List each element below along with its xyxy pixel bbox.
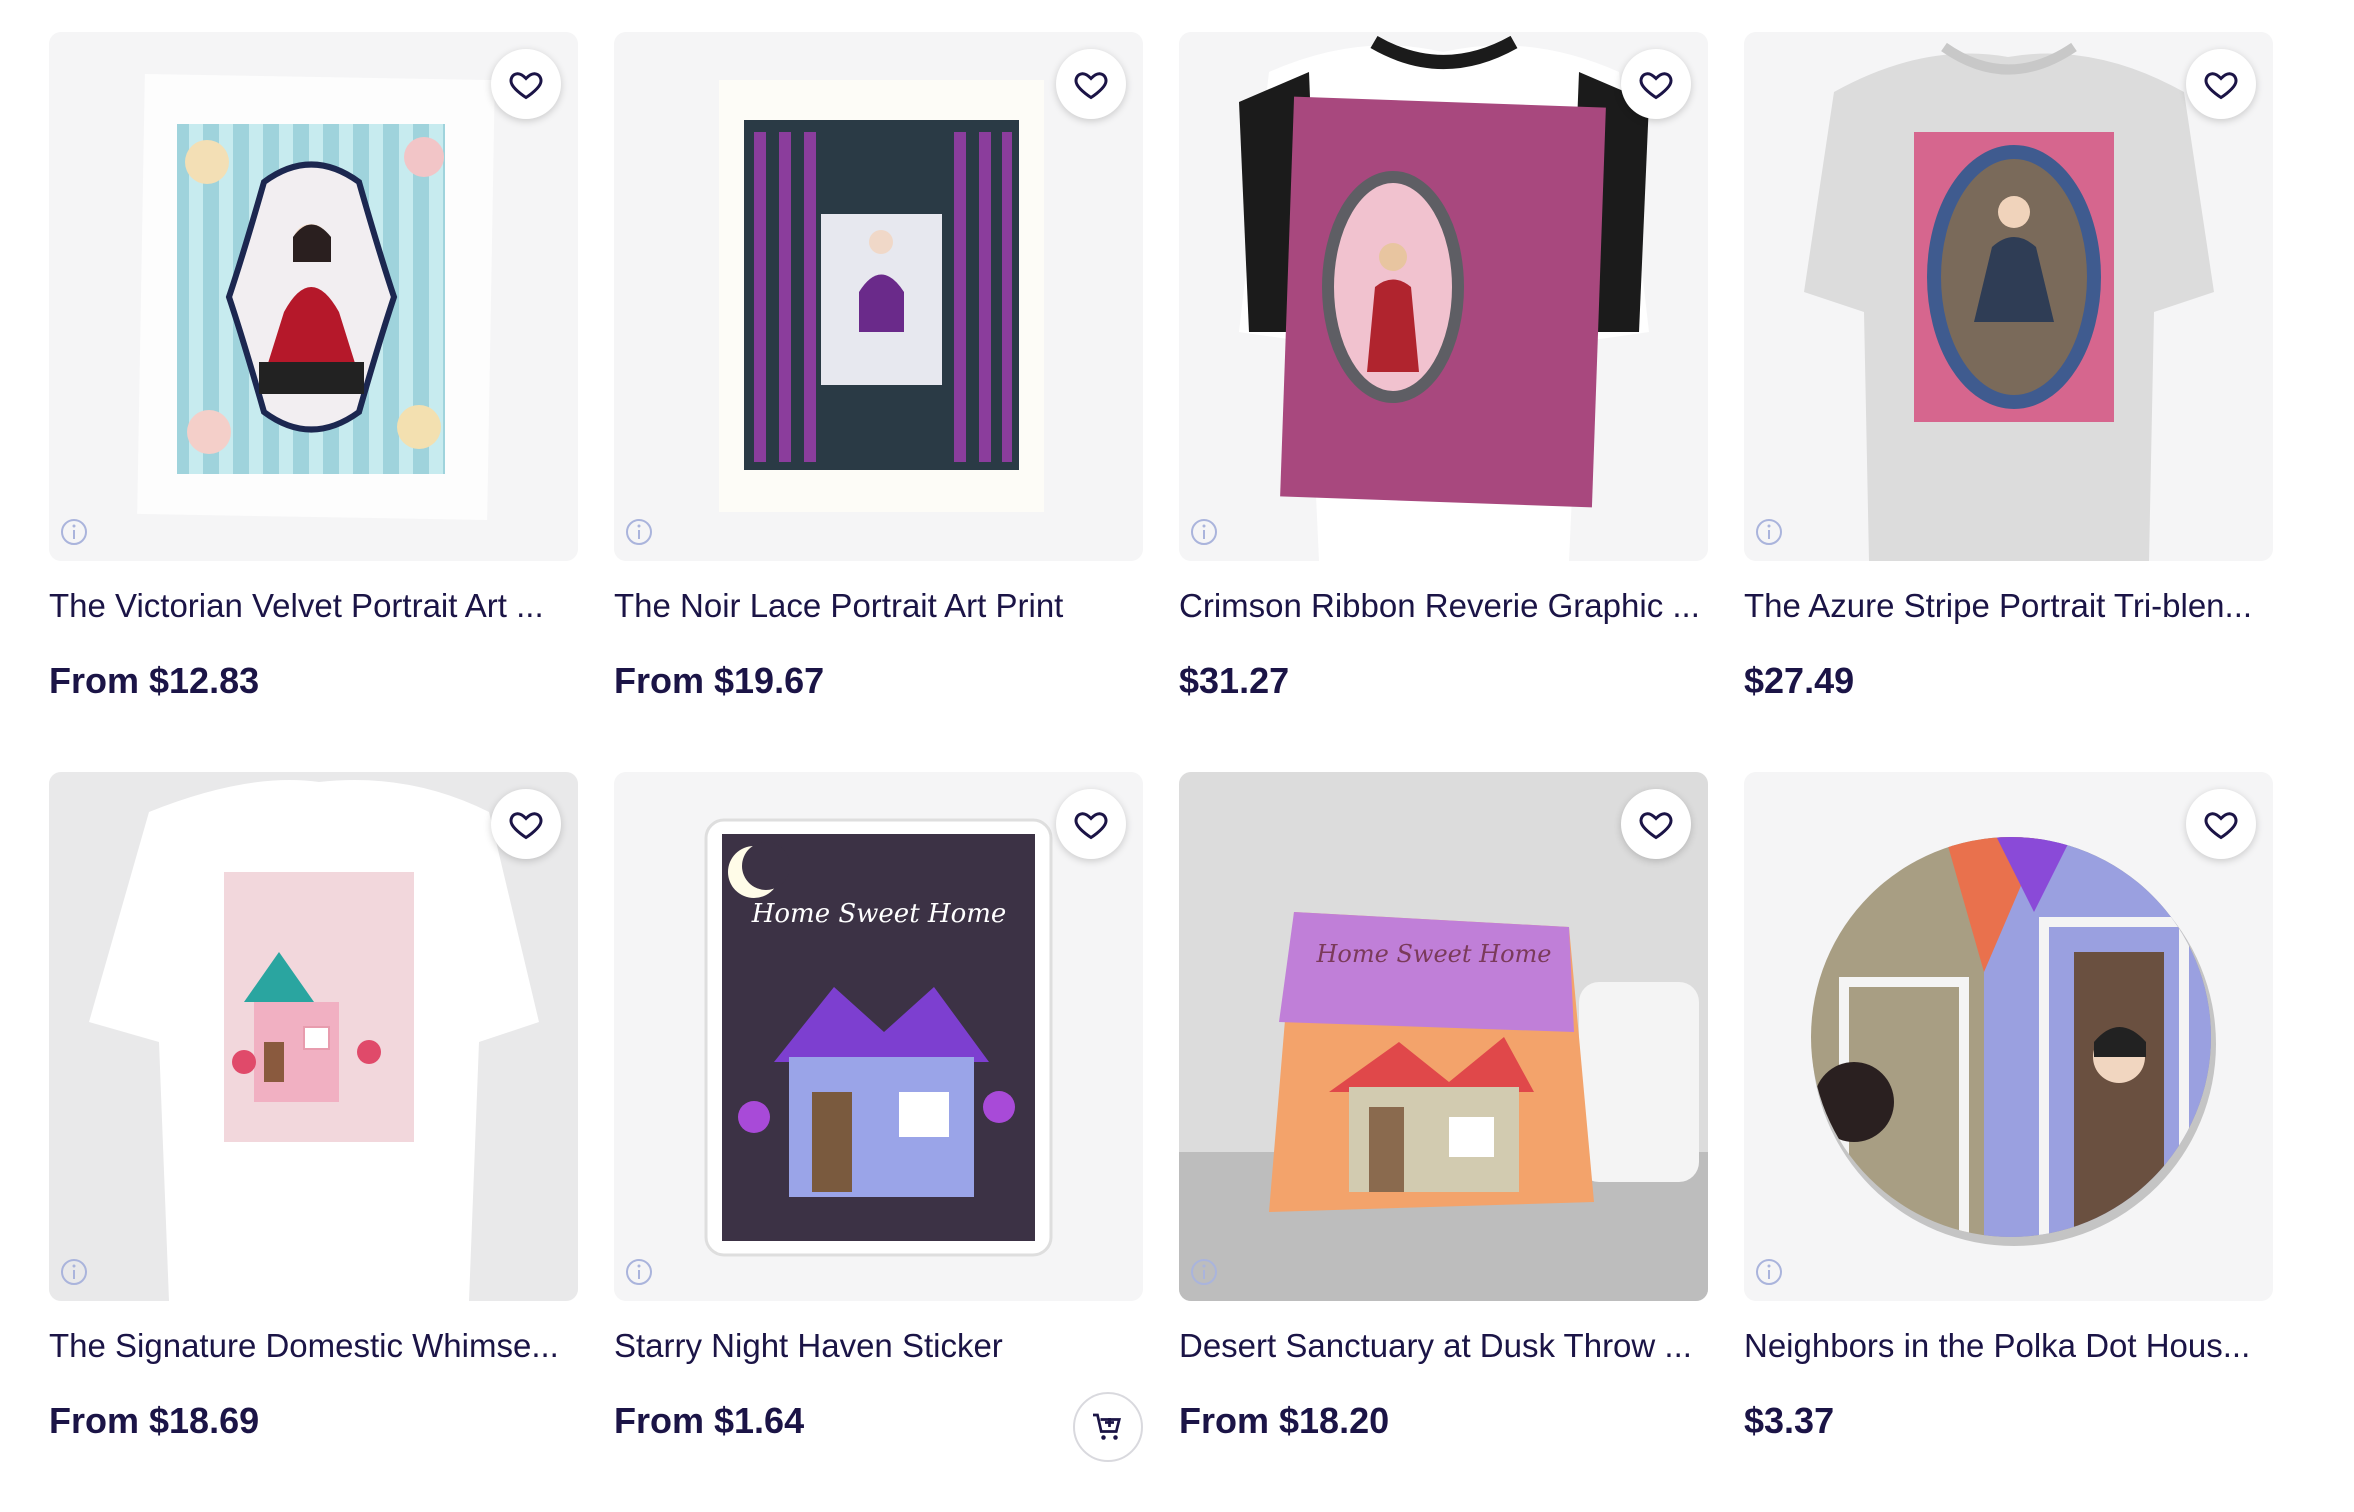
product-title[interactable]: The Victorian Velvet Portrait Art ... — [49, 587, 578, 625]
product-card[interactable]: The Victorian Velvet Portrait Art ... Fr… — [49, 32, 578, 772]
product-card[interactable]: The Signature Domestic Whimse... From $1… — [49, 772, 578, 1512]
info-circle-icon[interactable] — [1189, 517, 1219, 547]
favorite-button[interactable] — [2186, 49, 2256, 119]
product-title[interactable]: Desert Sanctuary at Dusk Throw ... — [1179, 1327, 1708, 1365]
artwork-text: Home Sweet Home — [751, 899, 1007, 929]
product-image[interactable] — [49, 772, 578, 1301]
product-title[interactable]: Crimson Ribbon Reverie Graphic ... — [1179, 587, 1708, 625]
favorite-button[interactable] — [491, 789, 561, 859]
product-title[interactable]: Starry Night Haven Sticker — [614, 1327, 1143, 1365]
product-title[interactable]: Neighbors in the Polka Dot Hous... — [1744, 1327, 2273, 1365]
product-price: From $1.64 — [614, 1400, 805, 1441]
product-price: From $19.67 — [614, 660, 825, 701]
product-price: $3.37 — [1744, 1400, 1835, 1441]
info-circle-icon[interactable] — [1754, 517, 1784, 547]
heart-outline-icon — [509, 812, 543, 840]
product-price: $31.27 — [1179, 660, 1290, 701]
product-title[interactable]: The Signature Domestic Whimse... — [49, 1327, 578, 1365]
product-title[interactable]: The Noir Lace Portrait Art Print — [614, 587, 1143, 625]
cart-plus-icon — [1093, 1413, 1121, 1440]
heart-outline-icon — [1074, 72, 1108, 100]
product-card[interactable]: Neighbors in the Polka Dot Hous... $3.37 — [1744, 772, 2273, 1512]
heart-outline-icon — [1639, 72, 1673, 100]
favorite-button[interactable] — [1621, 49, 1691, 119]
product-image[interactable] — [1179, 32, 1708, 561]
product-card[interactable]: Home Sweet Home Starry Night Haven Stick… — [614, 772, 1143, 1512]
add-to-cart-button[interactable] — [1073, 1392, 1143, 1462]
heart-outline-icon — [1639, 812, 1673, 840]
product-price: From $18.20 — [1179, 1400, 1390, 1441]
info-circle-icon[interactable] — [624, 517, 654, 547]
product-grid: The Victorian Velvet Portrait Art ... Fr… — [49, 32, 2273, 1512]
product-price: From $12.83 — [49, 660, 260, 701]
product-card[interactable]: The Azure Stripe Portrait Tri-blen... $2… — [1744, 32, 2273, 772]
info-circle-icon[interactable] — [624, 1257, 654, 1287]
favorite-button[interactable] — [1621, 789, 1691, 859]
product-card[interactable]: Home Sweet Home Desert Sanctuary at Dusk… — [1179, 772, 1708, 1512]
product-image[interactable]: Home Sweet Home — [1179, 772, 1708, 1301]
info-circle-icon[interactable] — [59, 517, 89, 547]
product-image[interactable] — [49, 32, 578, 561]
product-image[interactable] — [614, 32, 1143, 561]
favorite-button[interactable] — [1056, 49, 1126, 119]
product-title[interactable]: The Azure Stripe Portrait Tri-blen... — [1744, 587, 2273, 625]
heart-outline-icon — [1074, 812, 1108, 840]
product-image[interactable] — [1744, 32, 2273, 561]
product-card[interactable]: The Noir Lace Portrait Art Print From $1… — [614, 32, 1143, 772]
product-price: $27.49 — [1744, 660, 1855, 701]
info-circle-icon[interactable] — [1189, 1257, 1219, 1287]
heart-outline-icon — [2204, 812, 2238, 840]
heart-outline-icon — [2204, 72, 2238, 100]
product-image[interactable]: Home Sweet Home — [614, 772, 1143, 1301]
product-card[interactable]: Crimson Ribbon Reverie Graphic ... $31.2… — [1179, 32, 1708, 772]
artwork-text: Home Sweet Home — [1316, 940, 1552, 968]
favorite-button[interactable] — [1056, 789, 1126, 859]
info-circle-icon[interactable] — [59, 1257, 89, 1287]
heart-outline-icon — [509, 72, 543, 100]
product-price: From $18.69 — [49, 1400, 260, 1441]
favorite-button[interactable] — [491, 49, 561, 119]
product-image[interactable] — [1744, 772, 2273, 1301]
info-circle-icon[interactable] — [1754, 1257, 1784, 1287]
favorite-button[interactable] — [2186, 789, 2256, 859]
